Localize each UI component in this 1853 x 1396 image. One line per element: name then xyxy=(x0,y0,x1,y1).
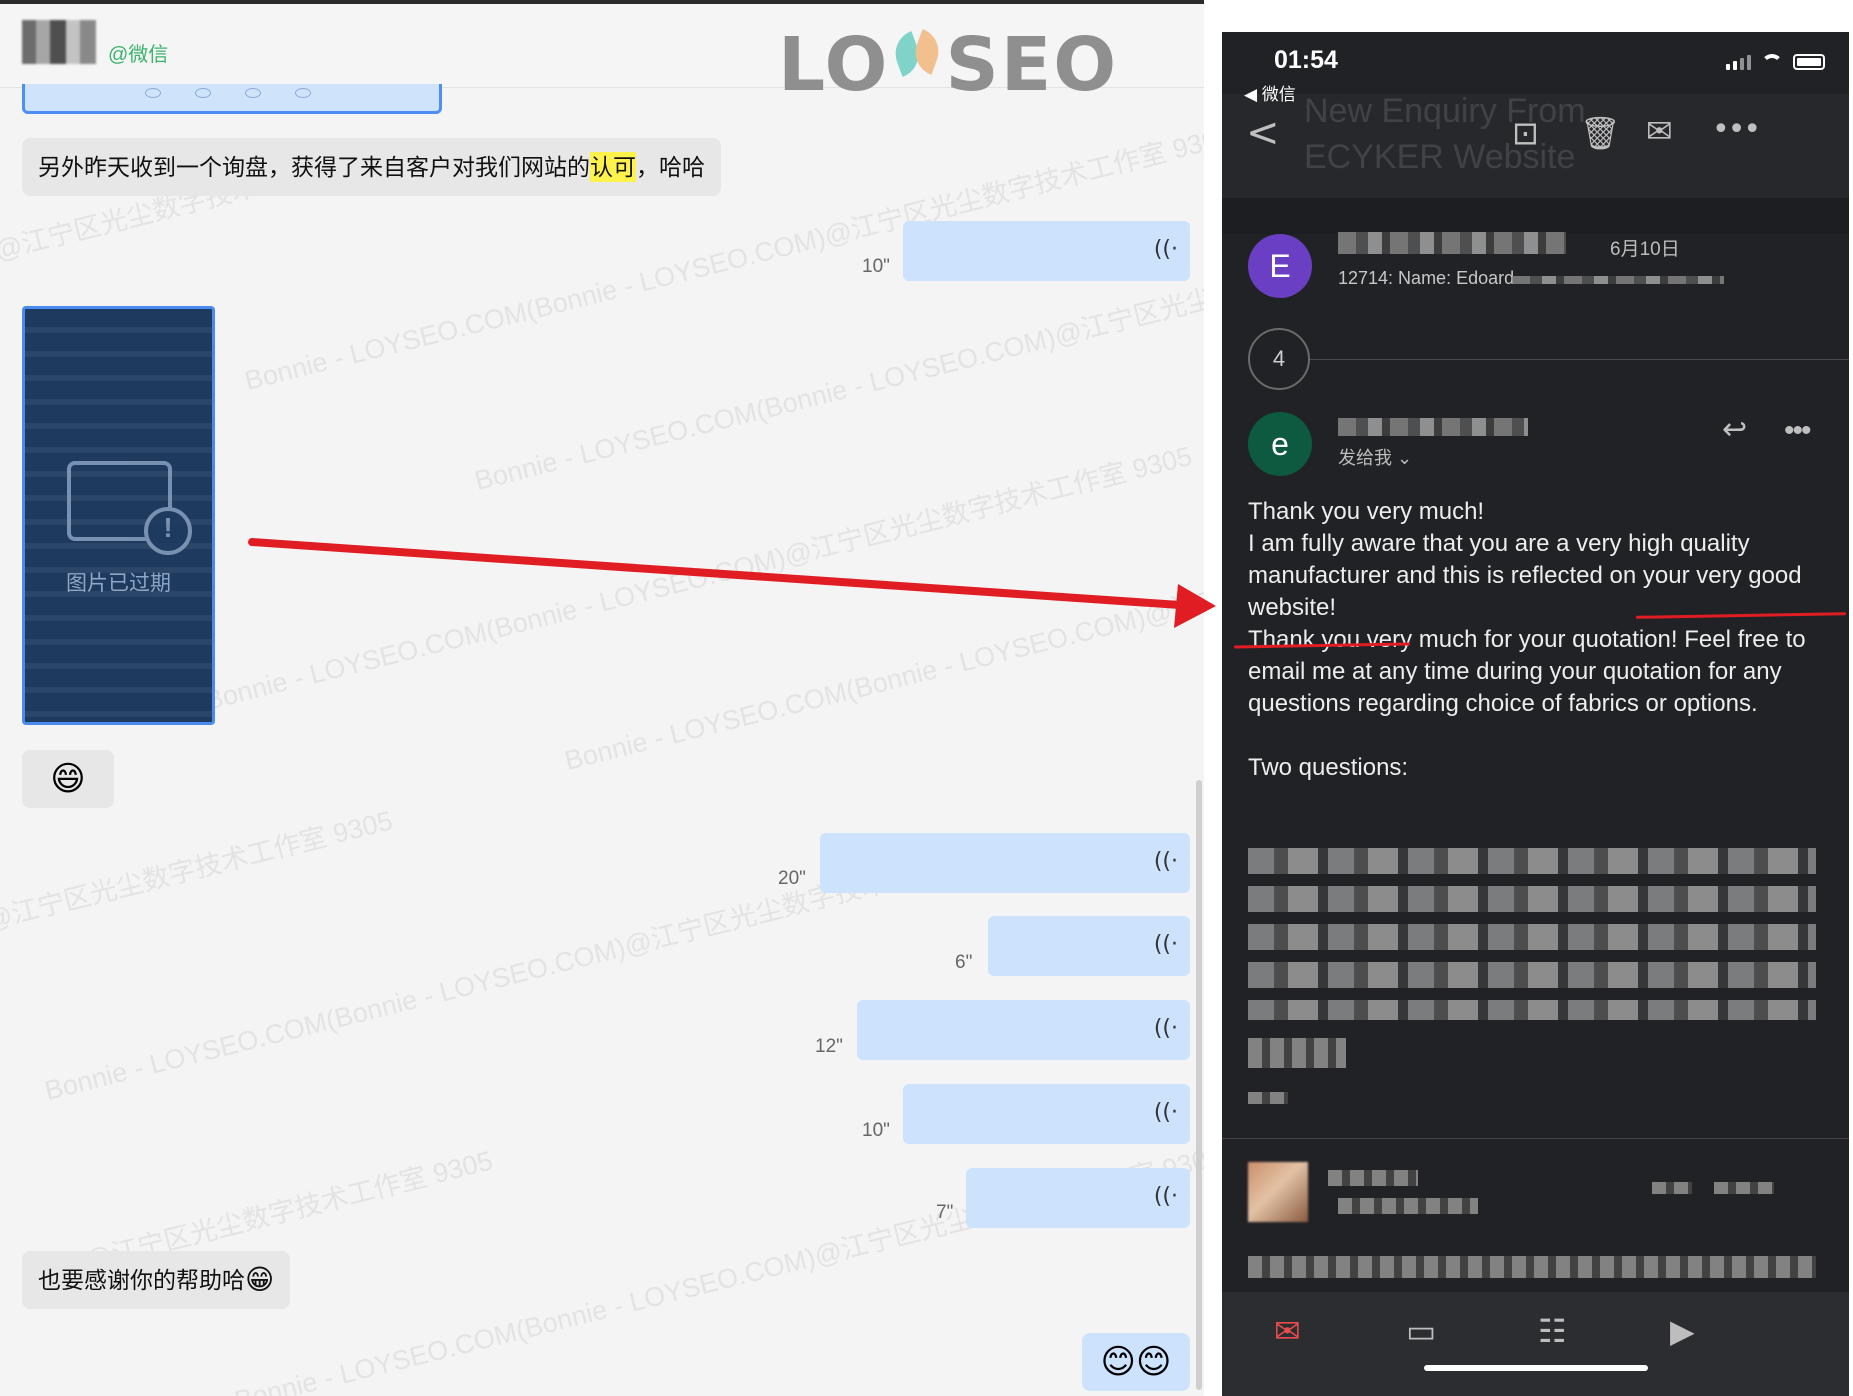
people-tab-icon[interactable]: ☷ xyxy=(1538,1312,1567,1350)
body-line: Thank you very much for your quotation! … xyxy=(1248,626,1806,717)
previous-card-message[interactable] xyxy=(22,84,442,114)
leaf-logo-icon xyxy=(889,32,945,96)
voice-wave-icon: ((· xyxy=(1153,237,1178,262)
image-expired-icon xyxy=(67,461,192,555)
sender-name-redacted xyxy=(1338,418,1528,436)
message-text: ，哈哈 xyxy=(636,154,705,180)
voice-wave-icon: ((· xyxy=(1153,1184,1178,1209)
message-inquiry[interactable]: 另外昨天收到一个询盘，获得了来自客户对我们网站的 认可 ，哈哈 xyxy=(22,138,721,196)
voice-duration: 6" xyxy=(955,952,973,973)
body-line: Two questions: xyxy=(1248,754,1409,781)
redacted-text-block xyxy=(1652,1182,1692,1194)
redacted-text-block xyxy=(1328,1170,1418,1186)
voice-message[interactable]: ((· xyxy=(903,221,1190,281)
email-snippet: 12714: Name: Edoard xyxy=(1338,268,1515,288)
email-divider xyxy=(1222,1138,1849,1139)
message-thanks[interactable]: 也要感谢你的帮助哈 😁 xyxy=(22,1251,291,1309)
loyseo-logo: LO SEO xyxy=(778,22,1119,108)
voice-duration: 10" xyxy=(862,256,890,277)
redacted-text-block xyxy=(1714,1182,1774,1194)
contact-avatar[interactable] xyxy=(22,20,96,64)
thread-divider xyxy=(1310,359,1849,360)
reply-icon[interactable]: ↩ xyxy=(1722,412,1747,447)
voice-wave-icon: ((· xyxy=(1153,1016,1178,1041)
voice-wave-icon: ((· xyxy=(1153,1100,1178,1125)
body-line: I am fully aware that you are a very hig… xyxy=(1248,530,1802,621)
emoji-grin-icon: 😁 xyxy=(245,1264,275,1295)
expired-image-caption: 图片已过期 xyxy=(66,572,171,595)
voice-message[interactable]: ((· xyxy=(903,1084,1190,1144)
battery-icon xyxy=(1793,54,1825,70)
voice-wave-icon: ((· xyxy=(1153,849,1178,874)
emoji-message[interactable]: 😄 xyxy=(22,750,114,808)
signal-icon xyxy=(1726,55,1751,70)
voice-duration: 12" xyxy=(815,1036,843,1057)
sender-name-redacted xyxy=(1338,232,1566,254)
voice-duration: 20" xyxy=(778,868,806,889)
watermark-text: Bonnie - LOYSEO.COM(Bonnie - LOYSEO.COM)… xyxy=(201,440,1195,716)
snippet-redacted xyxy=(1512,276,1724,284)
sender-avatar[interactable]: E xyxy=(1248,234,1312,298)
email-body: Thank you very much! I am fully aware th… xyxy=(1248,496,1828,784)
message-text: 另外昨天收到一个询盘，获得了来自客户对我们网站的 xyxy=(38,154,590,180)
voice-duration: 7" xyxy=(936,1202,954,1223)
video-tab-icon[interactable]: ▶ xyxy=(1670,1312,1695,1350)
bottom-tab-bar: ✉ ▭ ☷ ▶ xyxy=(1222,1292,1849,1396)
redacted-text-block xyxy=(1338,1198,1478,1214)
wechat-chat-panel: @微信 LO SEO @江宁区光尘数字技术工作室 9305 Bonnie - LO… xyxy=(0,0,1204,1396)
expired-image-message[interactable]: 图片已过期 xyxy=(22,306,215,725)
section-separator xyxy=(1222,198,1849,234)
panel-divider xyxy=(1204,0,1222,1396)
chat-scrollbar[interactable] xyxy=(1196,780,1202,1390)
email-date: 6月10日 xyxy=(1610,239,1680,260)
mark-unread-icon[interactable]: ✉ xyxy=(1646,112,1673,150)
chat-tab-icon[interactable]: ▭ xyxy=(1406,1312,1436,1350)
message-text: 也要感谢你的帮助哈 xyxy=(38,1267,245,1293)
status-icons xyxy=(1726,54,1825,70)
more-icon[interactable]: ••• xyxy=(1784,414,1811,448)
redacted-text-block xyxy=(1248,1256,1816,1278)
archive-icon[interactable]: ⊡ xyxy=(1512,114,1539,152)
collapsed-thread-count[interactable]: 4 xyxy=(1248,328,1310,390)
redacted-text-block xyxy=(1248,848,1816,1020)
body-line: Thank you very much! xyxy=(1248,498,1485,525)
voice-message[interactable]: ((· xyxy=(988,916,1190,976)
sender-avatar[interactable] xyxy=(1248,1162,1308,1222)
home-indicator[interactable] xyxy=(1424,1365,1648,1371)
voice-message[interactable]: ((· xyxy=(857,1000,1190,1060)
more-icon[interactable]: ••• xyxy=(1712,112,1761,147)
delete-icon[interactable]: 🗑 xyxy=(1580,114,1621,152)
watermark-text: @江宁区光尘数字技术工作室 9305 xyxy=(0,805,396,936)
watermark-text: Bonnie - LOYSEO.COM(Bonnie - LOYSEO.COM)… xyxy=(561,501,1204,776)
voice-wave-icon: ((· xyxy=(1153,932,1178,957)
voice-duration: 10" xyxy=(862,1120,890,1141)
redacted-text-block xyxy=(1248,1038,1346,1068)
back-to-wechat-link[interactable]: ◀ 微信 xyxy=(1244,80,1296,105)
phone-mail-panel: New Enquiry From ECYKER Website 01:54 ◀ … xyxy=(1222,32,1849,1396)
chat-source-label: @微信 xyxy=(108,44,169,66)
redacted-text-block xyxy=(1248,1092,1288,1104)
wifi-icon xyxy=(1761,54,1783,70)
sent-emoji-message[interactable]: 😊😊 xyxy=(1082,1333,1190,1391)
sender-avatar[interactable]: e xyxy=(1248,412,1312,476)
mail-tab-icon[interactable]: ✉ xyxy=(1274,1312,1301,1350)
voice-message[interactable]: ((· xyxy=(820,833,1190,893)
recipient-label[interactable]: 发给我 ⌄ xyxy=(1338,444,1412,470)
highlighted-text: 认可 xyxy=(590,152,636,182)
voice-message[interactable]: ((· xyxy=(966,1168,1190,1228)
status-time: 01:54 xyxy=(1274,46,1338,74)
back-icon[interactable]: < xyxy=(1246,110,1280,156)
